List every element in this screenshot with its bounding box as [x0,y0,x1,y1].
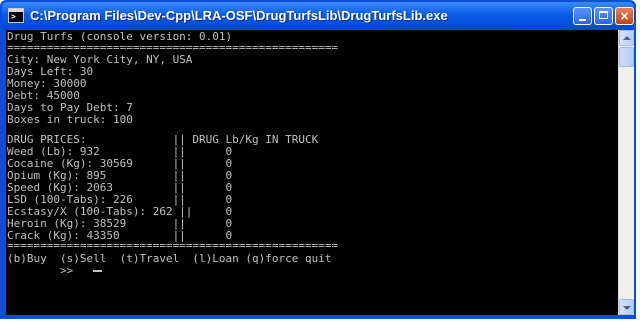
vertical-scrollbar[interactable] [618,30,634,315]
window-title: C:\Program Files\Dev-Cpp\LRA-OSF\DrugTur… [30,8,448,23]
console-window: > C:\Program Files\Dev-Cpp\LRA-OSF\DrugT… [0,0,636,319]
scrollbar-thumb[interactable] [619,47,634,67]
console-icon[interactable]: > [8,8,24,23]
text-cursor [93,270,102,272]
minimize-button[interactable] [573,7,592,25]
arrow-up-icon [623,36,631,40]
console-divider-bottom: ========================================… [7,239,339,252]
close-icon: × [619,9,630,23]
console-output[interactable]: Drug Turfs (console version: 0.01) =====… [6,30,618,315]
scroll-up-button[interactable] [619,30,634,46]
maximize-button[interactable] [594,7,613,25]
minimize-icon [579,19,586,21]
close-button[interactable]: × [615,7,634,25]
command-prompt: >> [7,264,80,277]
arrow-down-icon [623,306,631,310]
boxes-in-truck-line: Boxes in truck: 100 [7,113,133,126]
maximize-icon [599,11,608,19]
console-icon-glyph: > [11,12,16,21]
scroll-down-button[interactable] [619,299,634,315]
title-bar[interactable]: > C:\Program Files\Dev-Cpp\LRA-OSF\DrugT… [2,2,634,30]
